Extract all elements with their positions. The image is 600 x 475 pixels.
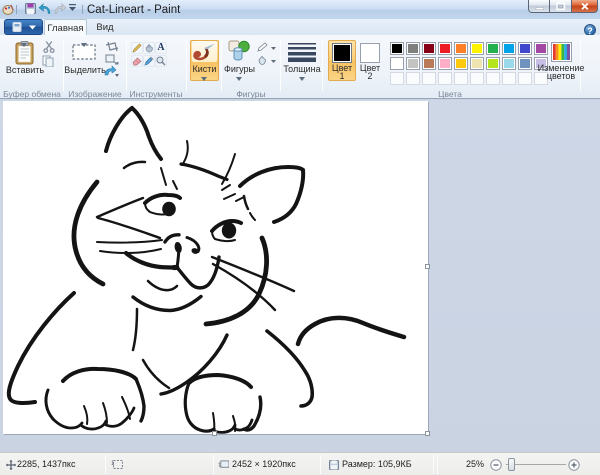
svg-text:1: 1 bbox=[218, 462, 221, 468]
svg-text:1: 1 bbox=[111, 461, 115, 467]
